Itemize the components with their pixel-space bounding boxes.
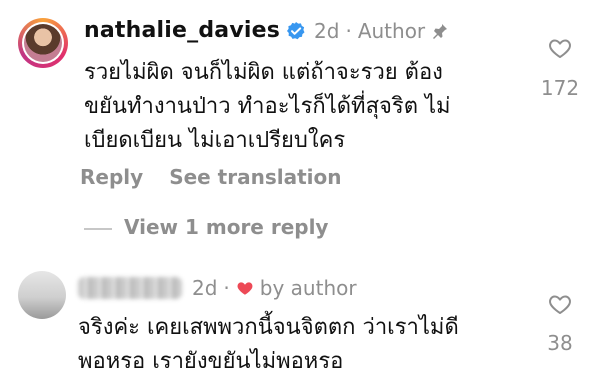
comment-text: จริงค่ะ เคยเสพพวกนี้จนจิตตก ว่าเราไม่ดี … xyxy=(78,311,518,379)
meta-separator: · xyxy=(345,18,352,43)
comment-header: 2d · by author xyxy=(78,276,357,300)
like-heart-icon[interactable] xyxy=(548,36,572,60)
comment-text-line: พอหรอ เรายังขยันไม่พอหรอ xyxy=(78,349,344,374)
verified-badge-icon xyxy=(286,21,306,41)
like-heart-icon[interactable] xyxy=(548,292,572,316)
like-count: 38 xyxy=(547,331,573,355)
comment-text: รวยไม่ผิด จนก็ไม่ผิด แต่ถ้าจะรวย ต้อง ขย… xyxy=(84,56,514,158)
pin-icon xyxy=(431,22,449,40)
comment-header: nathalie_davies 2d · Author xyxy=(84,18,449,43)
view-more-replies-button[interactable]: View 1 more reply xyxy=(124,215,328,239)
see-translation-button[interactable]: See translation xyxy=(169,165,341,189)
username[interactable]: nathalie_davies xyxy=(84,18,280,43)
reply-button[interactable]: Reply xyxy=(80,165,143,189)
meta-separator: · xyxy=(223,276,230,300)
comment-text-line: เบียดเบียน ไม่เอาเปรียบใคร xyxy=(84,128,346,153)
view-replies-line xyxy=(84,228,112,230)
heart-filled-icon xyxy=(236,279,254,297)
blurred-username[interactable] xyxy=(78,277,182,299)
avatar[interactable] xyxy=(24,24,62,62)
comment-time: 2d xyxy=(314,18,340,43)
comment-text-line: ขยันทำงานป่าว ทำอะไรก็ได้ที่สุจริต ไม่ xyxy=(84,94,451,119)
comment-text-line: จริงค่ะ เคยเสพพวกนี้จนจิตตก ว่าเราไม่ดี xyxy=(78,315,459,340)
avatar[interactable] xyxy=(18,271,66,319)
comment-actions: Reply See translation xyxy=(80,165,342,189)
liked-by-author-label: by author xyxy=(259,276,357,300)
like-count: 172 xyxy=(540,76,580,100)
comment-text-line: รวยไม่ผิด จนก็ไม่ผิด แต่ถ้าจะรวย ต้อง xyxy=(84,60,443,85)
author-label: Author xyxy=(357,18,426,43)
comment-time: 2d xyxy=(192,276,218,300)
